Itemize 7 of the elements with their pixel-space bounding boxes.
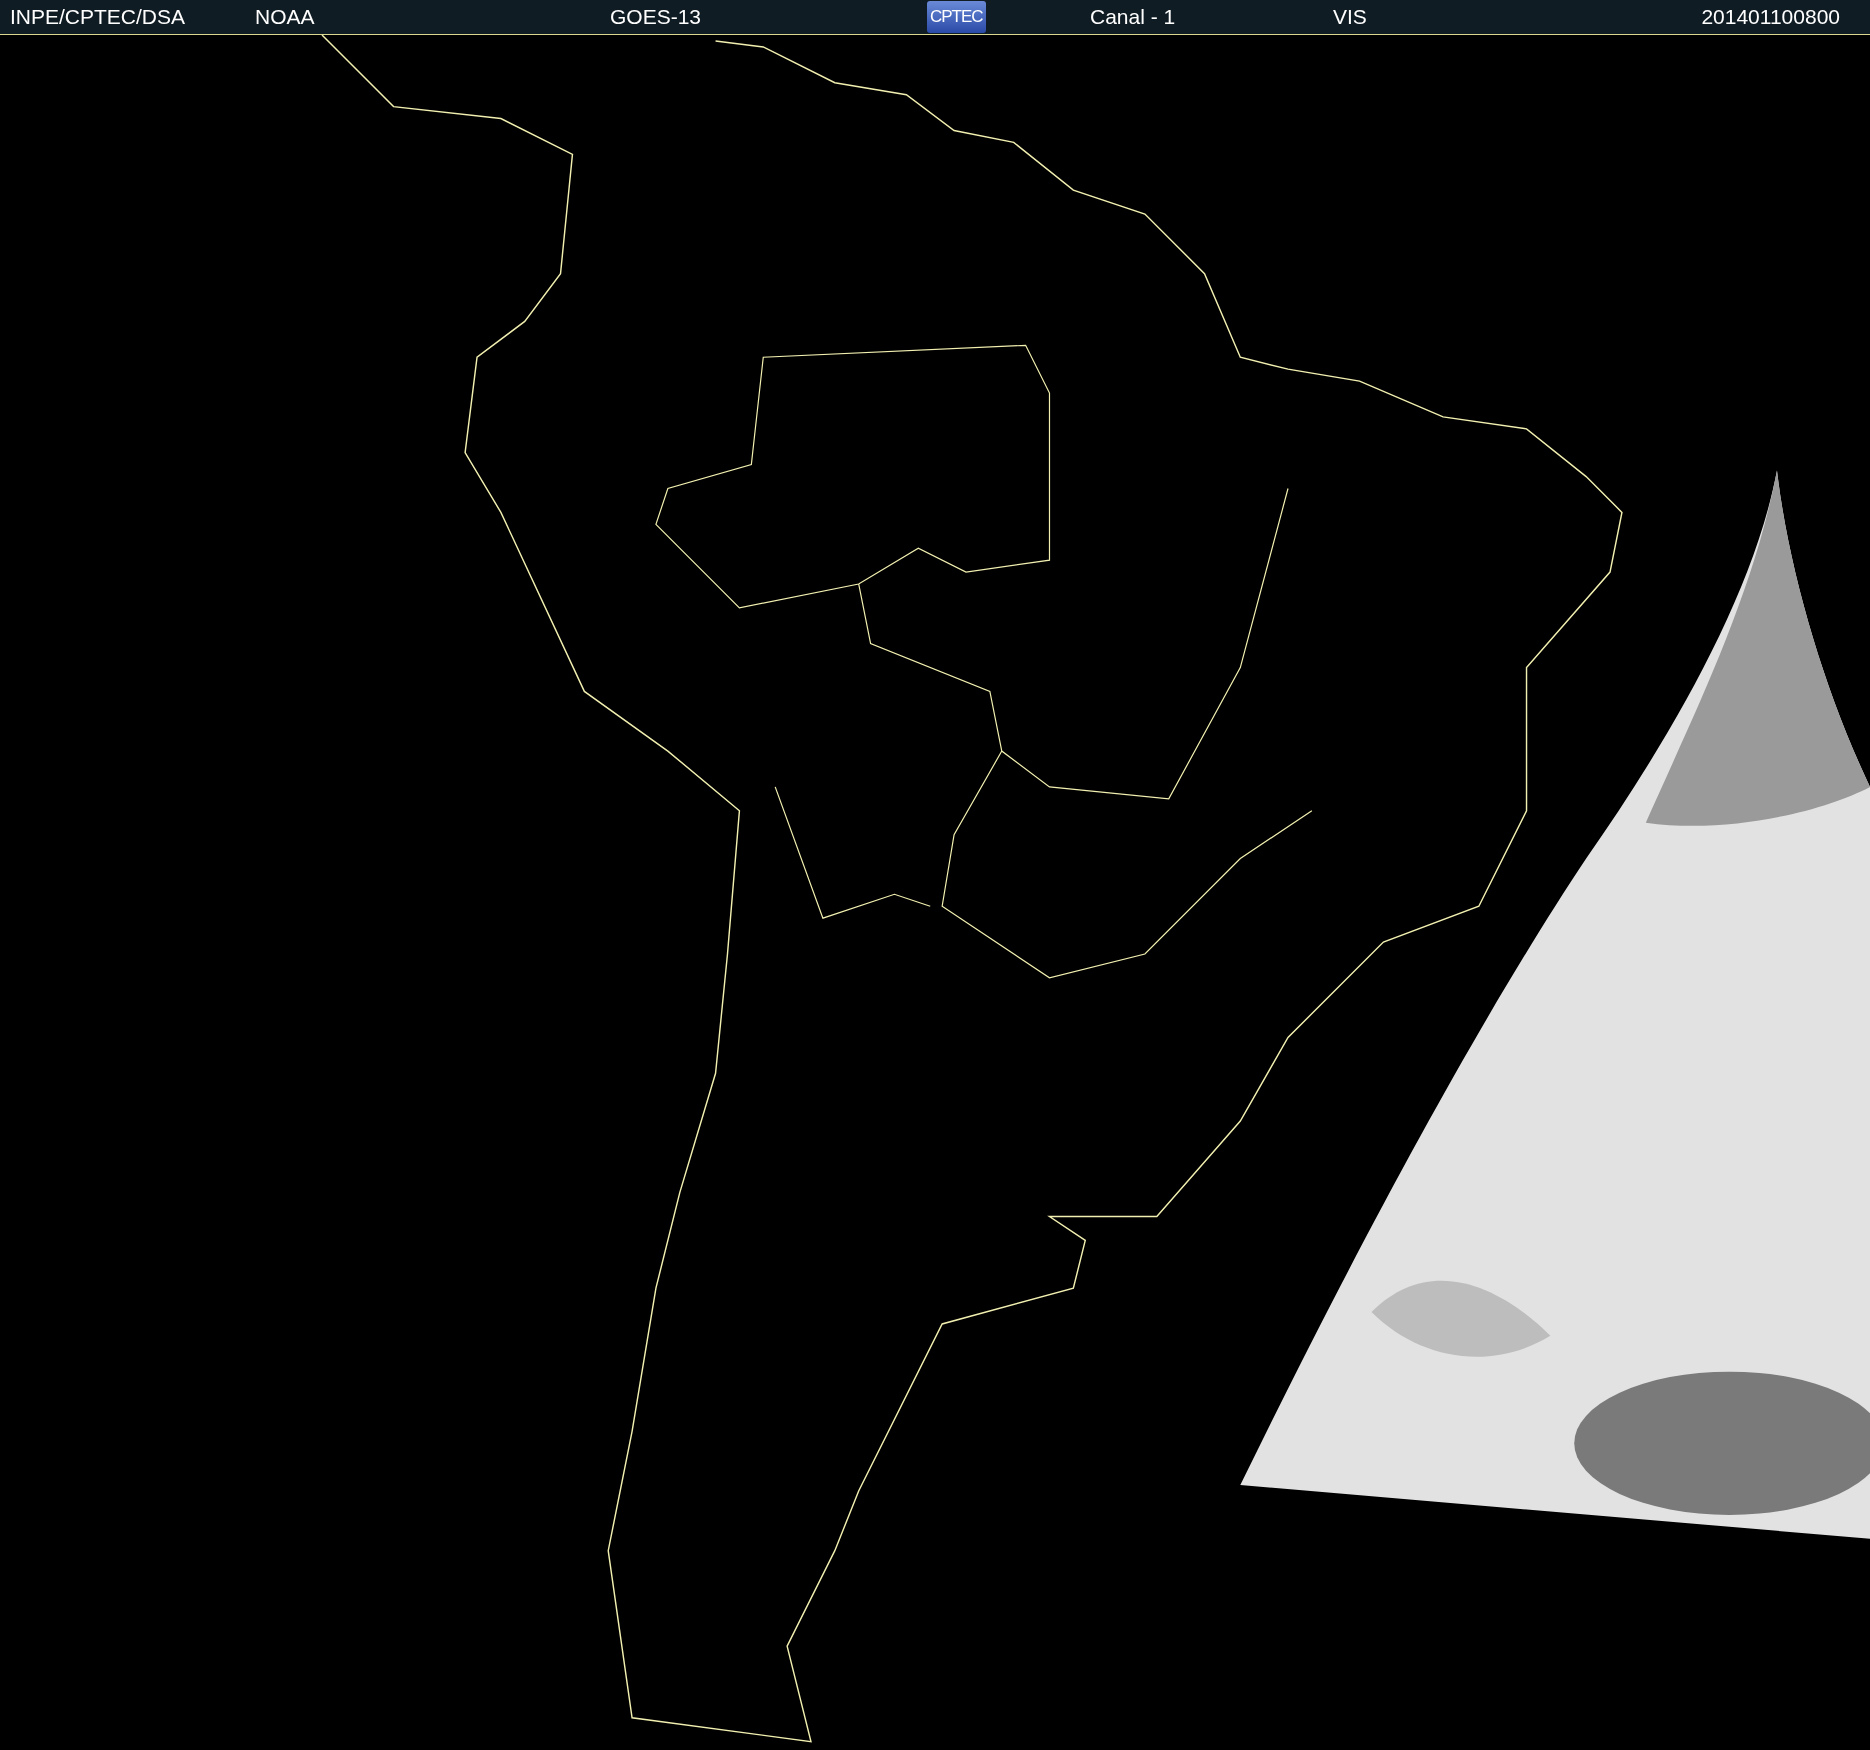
header-label: VIS [1333,5,1367,29]
header-label: INPE/CPTEC/DSA [10,5,186,29]
header-label: NOAA [255,5,315,29]
logo: CPTEC [927,1,986,33]
header-label: GOES-13 [610,5,702,29]
header-label: 201401100800 [1701,5,1840,29]
header-label: Canal - 1 [1090,5,1176,29]
